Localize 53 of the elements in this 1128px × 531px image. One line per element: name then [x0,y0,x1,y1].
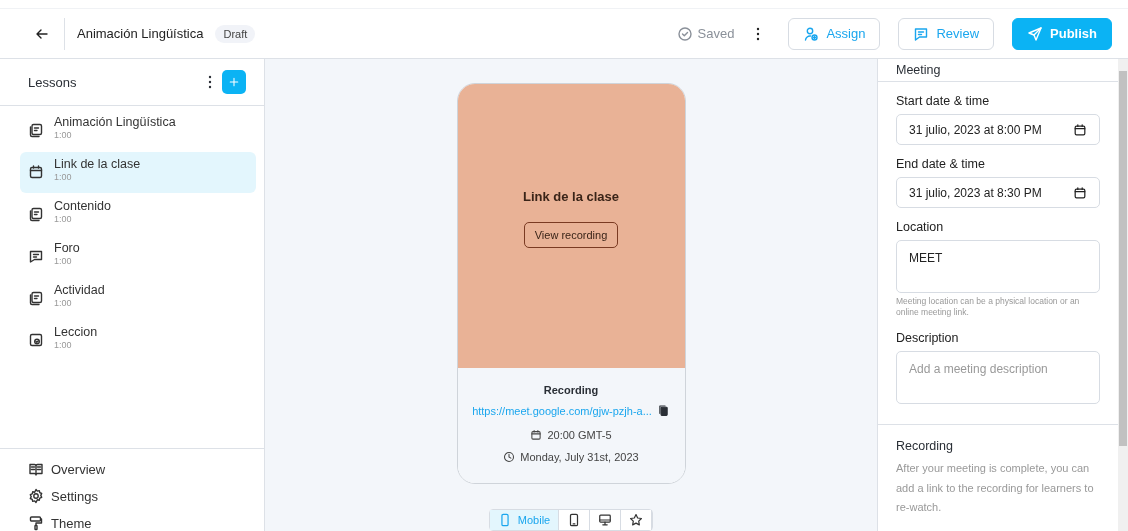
send-icon [1027,25,1044,42]
sidebar-link[interactable]: Settings [28,488,264,504]
comment-icon [913,25,930,42]
plus-icon [228,75,240,89]
calendar-icon [1073,122,1087,137]
course-title: Animación Lingüística [77,26,204,41]
more-icon[interactable] [208,75,212,89]
help-text: Meeting location can be a physical location or an online meeting link. [896,296,1081,319]
settings-icon [28,488,44,504]
field-label: Start date & time [896,94,991,108]
check-circle-icon [676,25,693,42]
document-icon [28,290,44,306]
calendar-icon [530,429,543,441]
sidebar-link[interactable]: Overview [28,461,264,477]
saved-status: Saved [697,26,735,41]
lessons-heading: Lessons [28,74,77,90]
scrollbar-thumb[interactable] [1119,71,1127,446]
copy-icon [656,404,670,417]
star-icon [629,513,644,527]
section-description: After your meeting is complete, you can add a link to the recording for learners to re-watch. [896,461,1094,514]
monitor-icon [598,513,613,527]
clock-icon [503,451,516,463]
status-badge: Draft [215,24,256,43]
field-label: End date & time [896,157,986,171]
calendar-icon [28,164,44,180]
calendar-icon [1073,185,1087,200]
lesson-title: Link de la clase [522,188,620,204]
book-icon [28,461,44,477]
lesson-item[interactable]: Animación Lingüística 1:00 [20,110,256,151]
user-add-icon [803,25,820,42]
lesson-item[interactable]: Actividad 1:00 [20,278,256,319]
check-document-icon [28,332,44,348]
lesson-item[interactable]: Contenido 1:00 [20,194,256,235]
lesson-item[interactable]: Leccion 1:00 [20,320,256,361]
document-icon [28,206,44,222]
date-field[interactable]: 31 julio, 2023 at 8:30 PM [896,177,1100,208]
field-label: Description [896,330,960,345]
meeting-date: Monday, July 31st, 2023 [520,451,639,463]
lesson-item[interactable]: Foro 1:00 [20,236,256,277]
field-label: Location [896,220,945,234]
section-title: Recording [896,438,954,453]
paint-roller-icon [28,515,44,531]
recording-label: Recording [543,384,599,396]
date-field[interactable]: 31 julio, 2023 at 8:00 PM [896,114,1100,145]
text-area[interactable]: MEET [896,240,1100,293]
document-icon [28,122,44,138]
more-icon[interactable] [756,26,761,41]
chat-icon [28,248,44,264]
sidebar-link[interactable]: Theme [28,515,264,531]
lesson-item[interactable]: Link de la clase 1:00 [20,152,256,193]
panel-title: Meeting [896,63,941,77]
view-recording-button[interactable]: View recording [523,221,619,248]
meeting-time: 20:00 GMT-5 [547,429,612,441]
